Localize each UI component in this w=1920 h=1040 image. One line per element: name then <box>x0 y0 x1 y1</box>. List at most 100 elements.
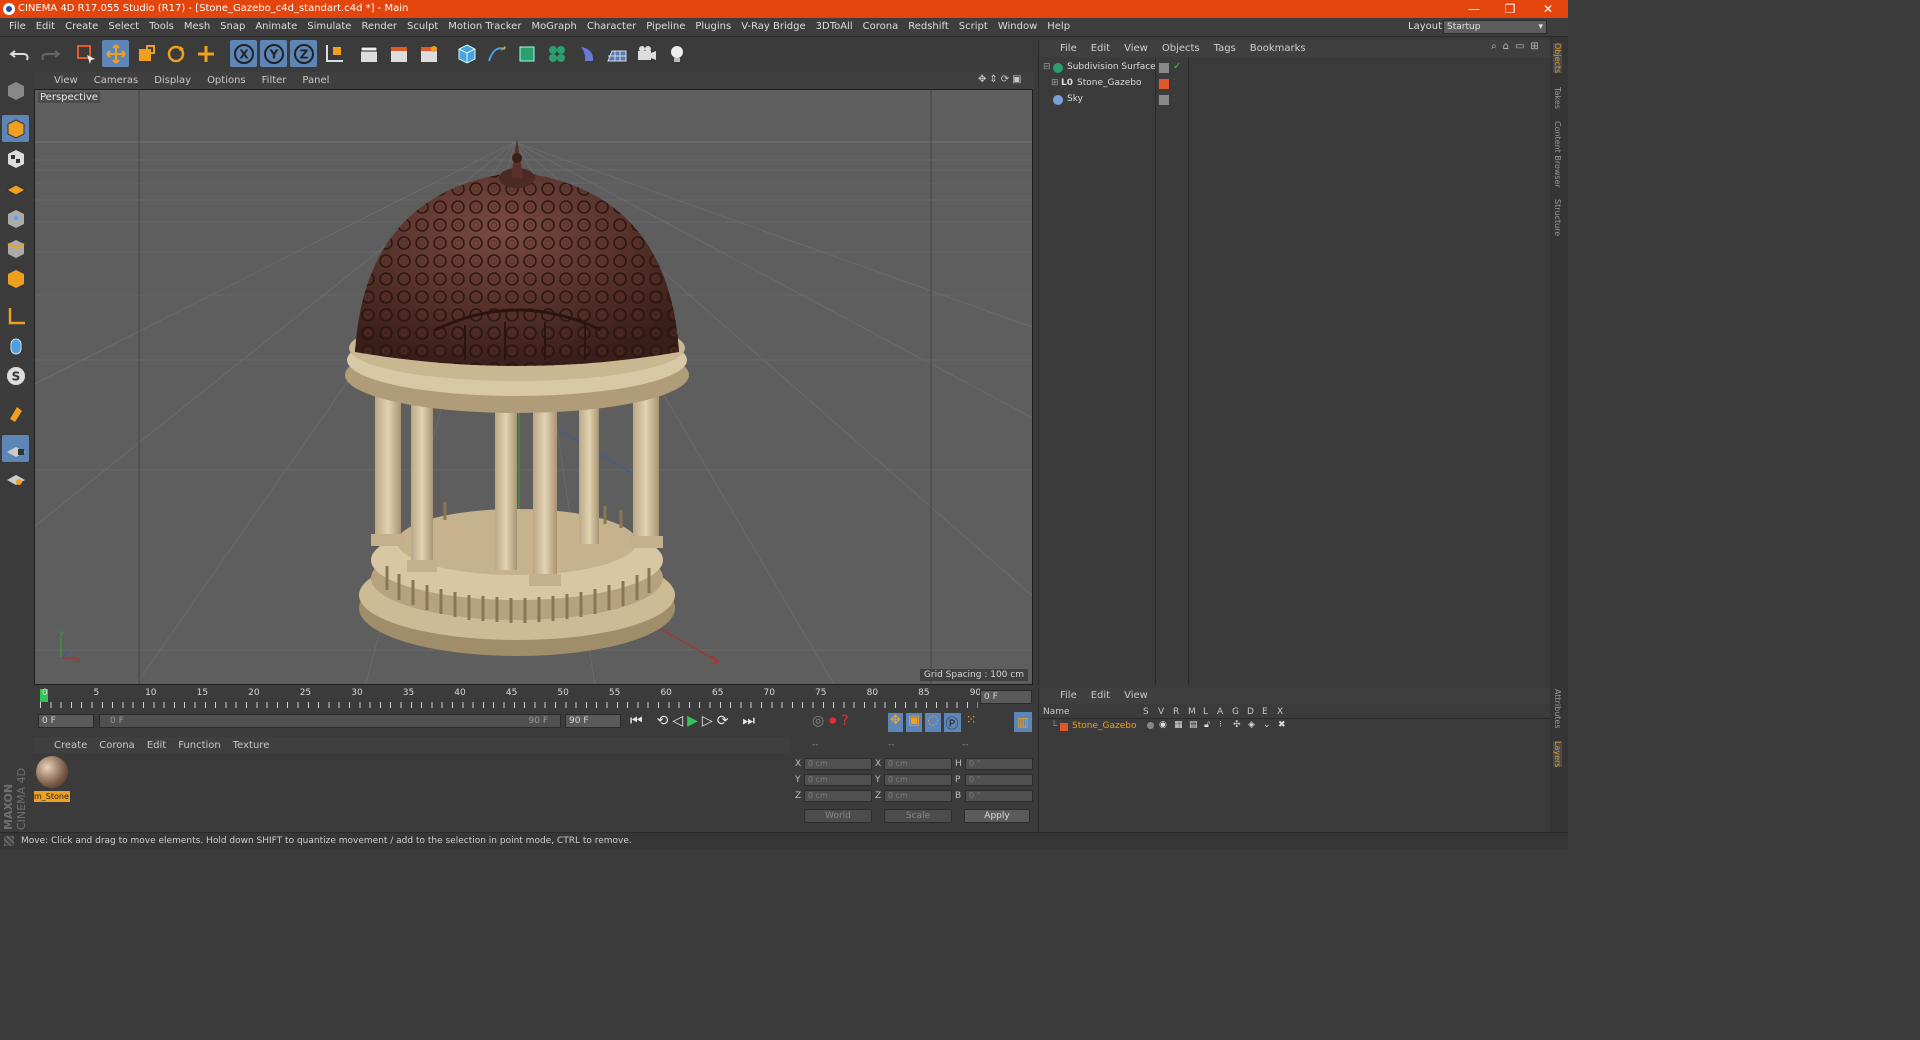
rot-h-field[interactable]: 0 ° <box>965 758 1033 770</box>
size-x-field[interactable]: 0 cm <box>884 758 952 770</box>
play-icon[interactable]: ▶ <box>687 713 698 729</box>
menu-create[interactable]: Create <box>60 21 103 32</box>
menu-mesh[interactable]: Mesh <box>179 21 215 32</box>
rotate-view-icon[interactable]: ⟳ <box>1001 74 1009 85</box>
layer-color-swatch[interactable] <box>1159 79 1169 89</box>
redo-button[interactable] <box>36 40 63 67</box>
zoom-view-icon[interactable]: ⇕ <box>989 74 997 85</box>
layer-expression-icon[interactable]: ⌄ <box>1263 720 1271 730</box>
frame-range-slider[interactable]: 0 F 90 F <box>99 714 561 728</box>
render-settings-button[interactable] <box>415 40 442 67</box>
om-search-icon[interactable]: ⌕ <box>1491 41 1497 52</box>
viewport-camera-label[interactable]: Perspective <box>38 92 100 103</box>
viewport-menu-view[interactable]: View <box>46 75 86 86</box>
om-menu-objects[interactable]: Objects <box>1155 43 1207 54</box>
y-axis-button[interactable]: Y <box>260 40 287 67</box>
workplane-lock-button[interactable] <box>2 435 29 462</box>
layer-menu-file[interactable]: File <box>1053 690 1084 701</box>
timeline-editor-icon[interactable]: ▥ <box>1014 712 1032 732</box>
record-key-icon[interactable]: ⏺ <box>829 713 836 729</box>
layer-solo-toggle[interactable] <box>1147 722 1154 729</box>
size-y-field[interactable]: 0 cm <box>884 774 952 786</box>
material-menu-function[interactable]: Function <box>172 740 227 751</box>
close-button[interactable]: ✕ <box>1530 0 1566 18</box>
perspective-viewport[interactable]: y x Perspective Grid Spacing : 100 cm <box>34 89 1033 685</box>
menu-animate[interactable]: Animate <box>250 21 302 32</box>
model-mode-button[interactable] <box>2 115 29 142</box>
object-row-stone-gazebo[interactable]: ⊞ L0 Stone_Gazebo ⁚ <box>1039 76 1551 92</box>
viewport-menu-filter[interactable]: Filter <box>254 75 295 86</box>
previous-frame-icon[interactable]: ◁ <box>672 713 683 729</box>
tab-takes[interactable]: Takes <box>1553 87 1562 109</box>
planar-workplane-button[interactable] <box>2 465 29 492</box>
om-new-window-icon[interactable]: ▭ <box>1515 41 1524 52</box>
pos-z-field[interactable]: 0 cm <box>804 790 872 802</box>
make-editable-button[interactable] <box>2 77 29 104</box>
layer-manager-icon[interactable]: ▤ <box>1189 720 1198 730</box>
menu-edit[interactable]: Edit <box>31 21 60 32</box>
start-frame-field[interactable]: 0 F <box>38 714 94 728</box>
key-position-icon[interactable]: ✥ <box>888 713 903 732</box>
add-spline-button[interactable] <box>483 40 510 67</box>
tweak-mode-button[interactable] <box>2 332 29 359</box>
menu-tools[interactable]: Tools <box>144 21 179 32</box>
layer-menu-edit[interactable]: Edit <box>1084 690 1117 701</box>
menu-mograph[interactable]: MoGraph <box>526 21 581 32</box>
timeline-ruler[interactable]: 0 5 10 15 20 25 30 35 40 45 50 55 60 65 70 75 80 85 90 0 F <box>34 686 1034 710</box>
render-picture-viewer-button[interactable] <box>385 40 412 67</box>
menu-sculpt[interactable]: Sculpt <box>402 21 443 32</box>
layer-render-icon[interactable]: ▦ <box>1174 720 1183 730</box>
om-home-icon[interactable]: ⌂ <box>1503 41 1509 52</box>
pan-view-icon[interactable]: ✥ <box>978 74 986 85</box>
pos-y-field[interactable]: 0 cm <box>804 774 872 786</box>
live-selection-button[interactable] <box>72 40 99 67</box>
transform-tool-button[interactable] <box>192 40 219 67</box>
menu-3dtoall[interactable]: 3DToAll <box>811 21 858 32</box>
scale-tool-button[interactable] <box>132 40 159 67</box>
snap-toggle-button[interactable] <box>2 400 29 427</box>
tab-layers[interactable]: Layers <box>1553 741 1562 768</box>
texture-mode-button[interactable] <box>2 145 29 172</box>
menu-vray-bridge[interactable]: V-Ray Bridge <box>736 21 810 32</box>
menu-redshift[interactable]: Redshift <box>903 21 954 32</box>
go-to-end-icon[interactable]: ⏭ <box>742 713 755 729</box>
solo-mode-button[interactable]: S <box>2 362 29 389</box>
object-row-sky[interactable]: Sky ⁚ <box>1039 92 1551 108</box>
coordinate-system-button[interactable] <box>320 40 347 67</box>
transform-mode-select[interactable]: Scale <box>884 809 952 823</box>
rot-b-field[interactable]: 0 ° <box>965 790 1033 802</box>
key-scale-icon[interactable]: ▣ <box>905 713 923 732</box>
axis-mode-button[interactable] <box>2 302 29 329</box>
add-subdivision-button[interactable] <box>513 40 540 67</box>
rot-p-field[interactable]: 0 ° <box>965 774 1033 786</box>
tab-objects[interactable]: Objects <box>1553 43 1562 74</box>
expand-toggle-icon[interactable]: ⊞ <box>1051 78 1059 88</box>
size-z-field[interactable]: 0 cm <box>884 790 952 802</box>
tab-attributes[interactable]: Attributes <box>1553 689 1562 729</box>
render-view-button[interactable] <box>355 40 382 67</box>
material-menu-texture[interactable]: Texture <box>227 740 276 751</box>
layer-color-swatch[interactable] <box>1060 723 1068 731</box>
menu-simulate[interactable]: Simulate <box>302 21 356 32</box>
pos-x-field[interactable]: 0 cm <box>804 758 872 770</box>
layer-visible-eye-icon[interactable]: ◉ <box>1159 720 1167 730</box>
layer-tag-icon[interactable] <box>1159 63 1169 73</box>
tab-structure[interactable]: Structure <box>1553 199 1562 236</box>
x-axis-button[interactable]: X <box>230 40 257 67</box>
apply-button[interactable]: Apply <box>964 809 1030 823</box>
viewport-menu-cameras[interactable]: Cameras <box>86 75 146 86</box>
menu-plugins[interactable]: Plugins <box>690 21 736 32</box>
menu-select[interactable]: Select <box>103 21 144 32</box>
layer-generator-icon[interactable]: ✣ <box>1233 720 1241 730</box>
menu-help[interactable]: Help <box>1042 21 1075 32</box>
layer-name[interactable]: Stone_Gazebo <box>1072 721 1136 731</box>
points-mode-button[interactable] <box>2 205 29 232</box>
menu-script[interactable]: Script <box>954 21 993 32</box>
end-frame-field[interactable]: 90 F <box>565 714 621 728</box>
workplane-mode-button[interactable] <box>2 175 29 202</box>
om-menu-bookmarks[interactable]: Bookmarks <box>1243 43 1313 54</box>
om-menu-tags[interactable]: Tags <box>1207 43 1243 54</box>
add-mograph-button[interactable] <box>543 40 570 67</box>
layer-deformer-icon[interactable]: ◈ <box>1248 720 1255 730</box>
edges-mode-button[interactable] <box>2 235 29 262</box>
